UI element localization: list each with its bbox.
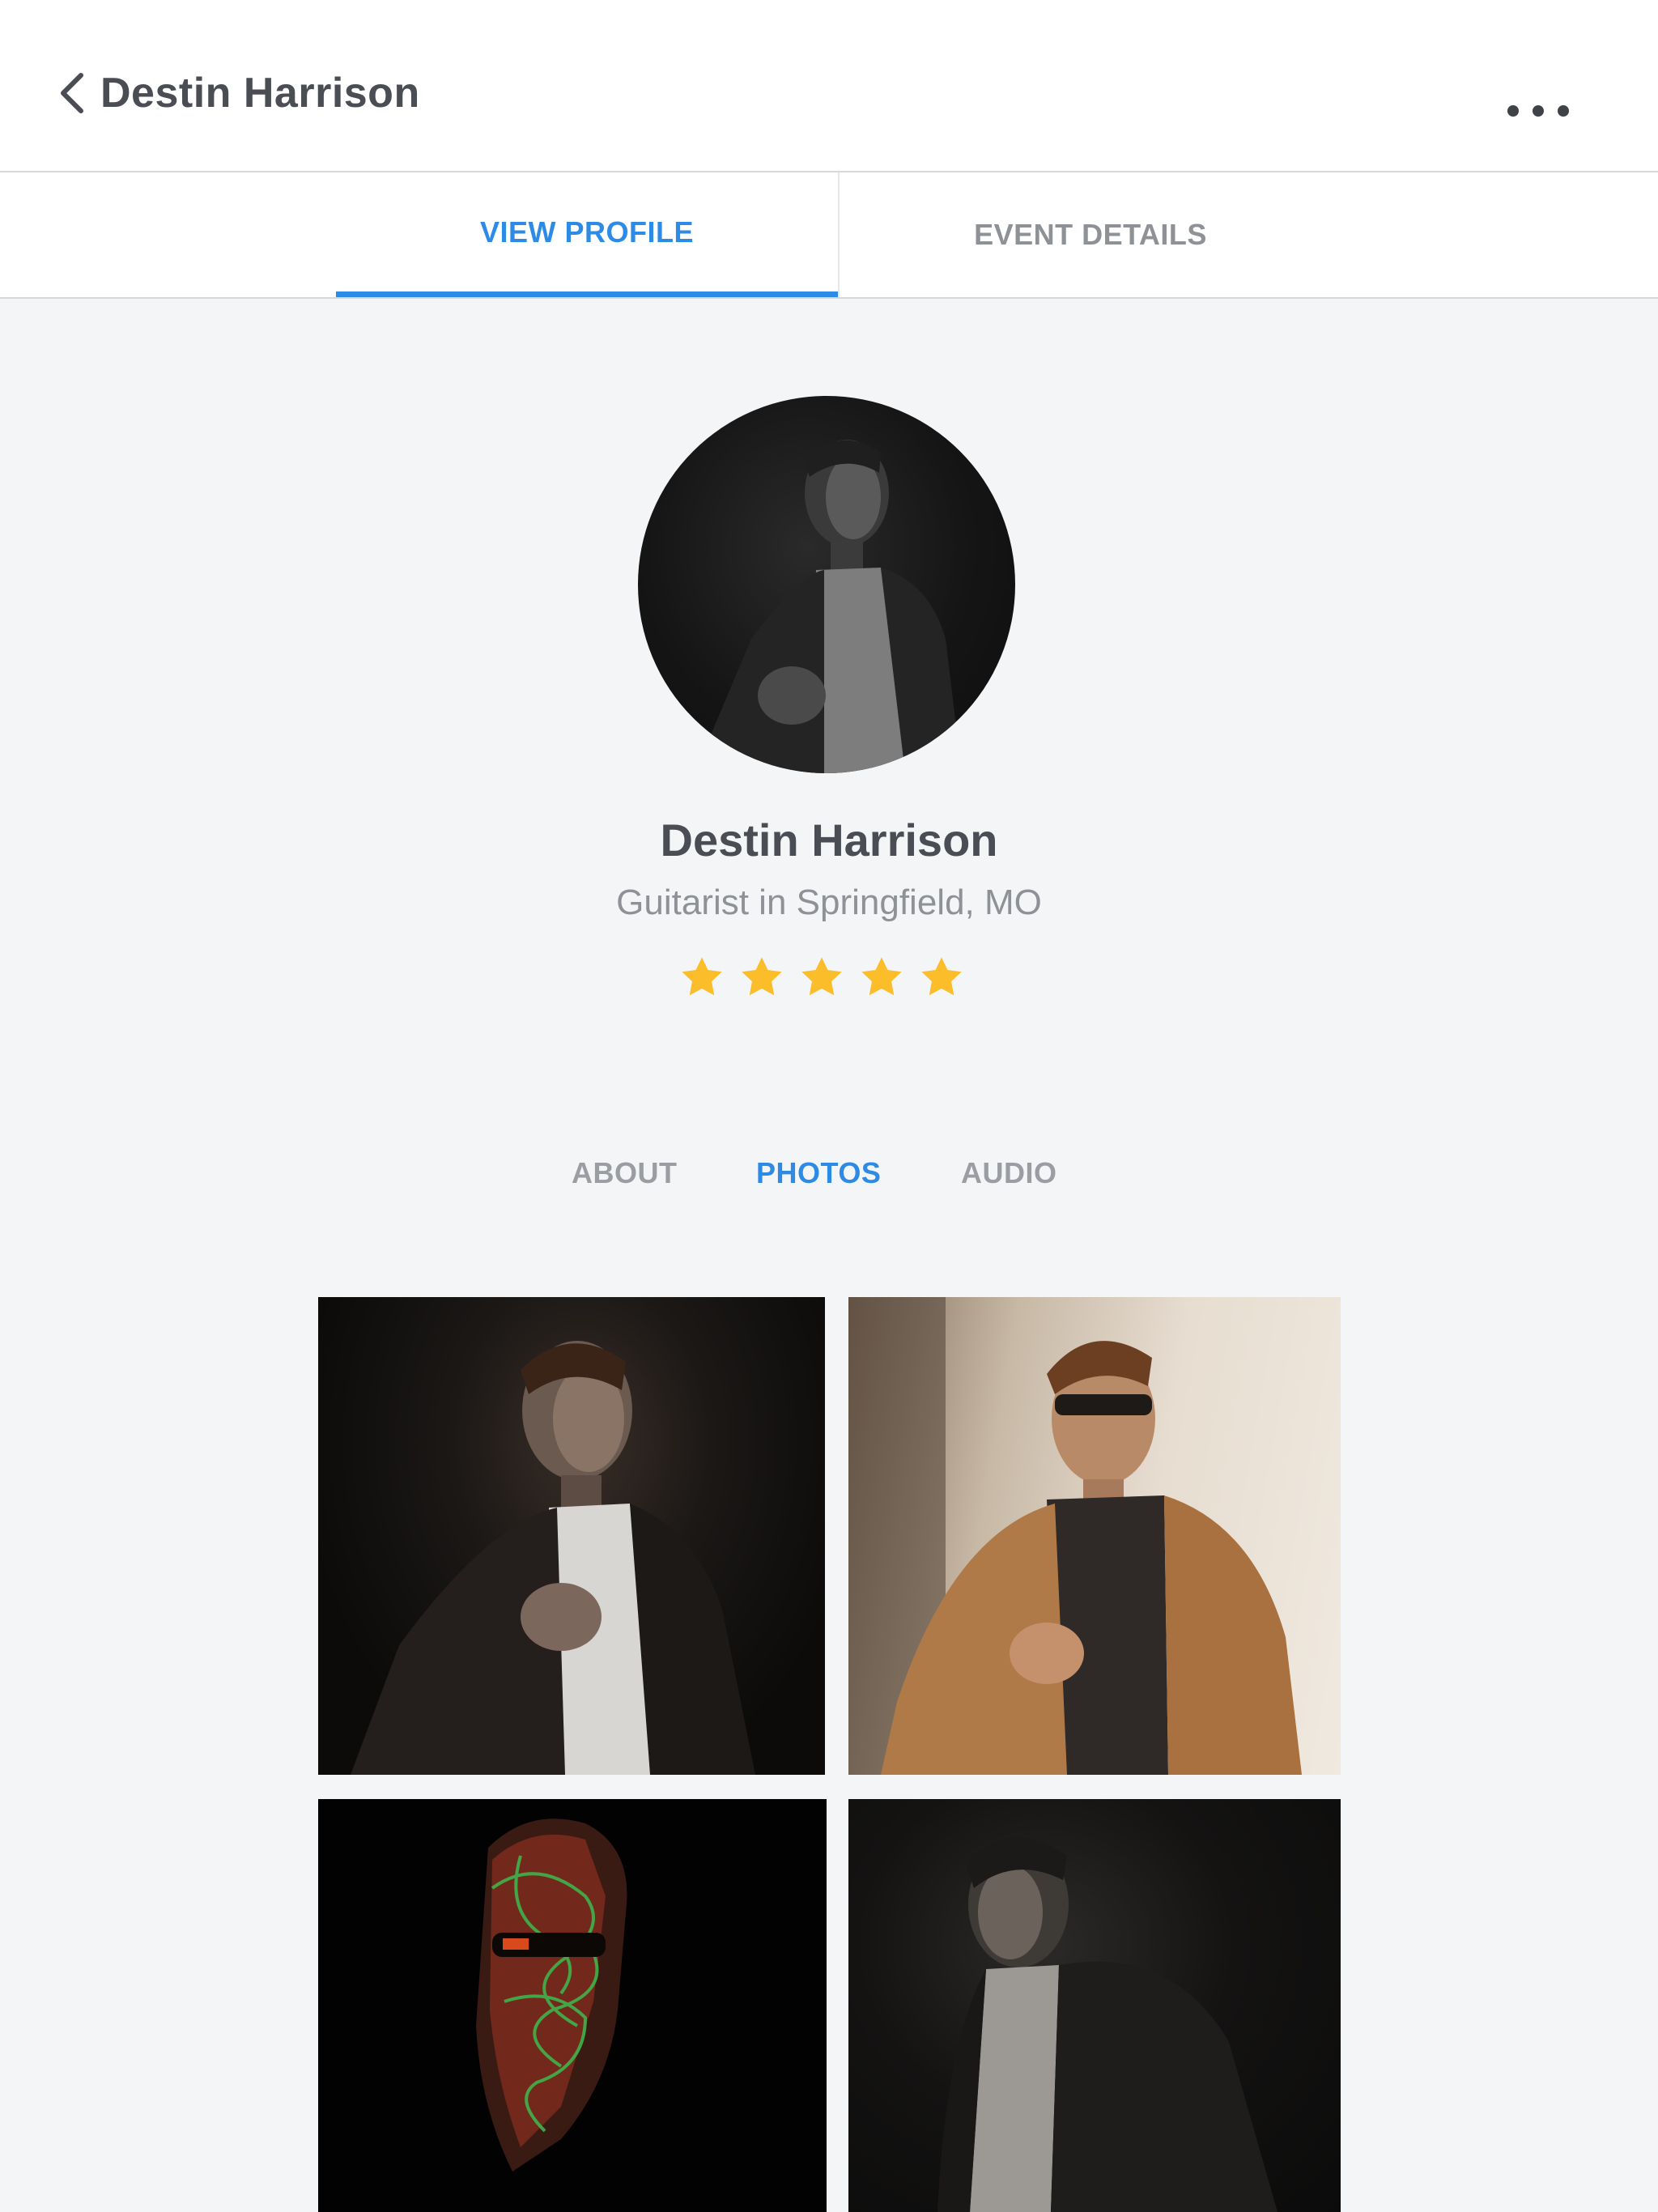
more-options-button[interactable] — [1507, 91, 1588, 131]
section-tab-about[interactable]: ABOUT — [572, 1156, 678, 1190]
star-icon — [918, 954, 965, 1001]
section-tab-bar: ABOUT PHOTOS AUDIO — [0, 1156, 1658, 1202]
more-dot — [1507, 105, 1519, 117]
chevron-left-icon — [57, 70, 86, 116]
photo-thumbnail[interactable] — [318, 1297, 825, 1775]
header-title: Destin Harrison — [100, 70, 420, 117]
photo-thumbnail[interactable] — [848, 1297, 1341, 1775]
tab-bar: VIEW PROFILE EVENT DETAILS — [0, 172, 1658, 299]
more-dot — [1533, 105, 1544, 117]
tab-event-details[interactable]: EVENT DETAILS — [840, 172, 1341, 297]
star-rating — [678, 954, 965, 1001]
back-button[interactable]: Destin Harrison — [57, 61, 420, 125]
avatar — [638, 396, 1015, 773]
profile-name: Destin Harrison — [660, 815, 998, 866]
section-tab-photos[interactable]: PHOTOS — [756, 1156, 881, 1190]
photo-thumbnail[interactable] — [848, 1799, 1341, 2212]
more-horizontal-icon — [1507, 105, 1569, 117]
star-icon — [678, 954, 725, 1001]
top-app-bar: Destin Harrison — [0, 0, 1658, 172]
star-icon — [858, 954, 905, 1001]
star-icon — [798, 954, 845, 1001]
profile-subtitle: Guitarist in Springfield, MO — [616, 883, 1042, 922]
more-dot — [1558, 105, 1569, 117]
star-icon — [738, 954, 785, 1001]
tab-view-profile[interactable]: VIEW PROFILE — [336, 172, 838, 297]
photo-thumbnail[interactable] — [318, 1799, 827, 2212]
section-tab-audio[interactable]: AUDIO — [961, 1156, 1057, 1190]
